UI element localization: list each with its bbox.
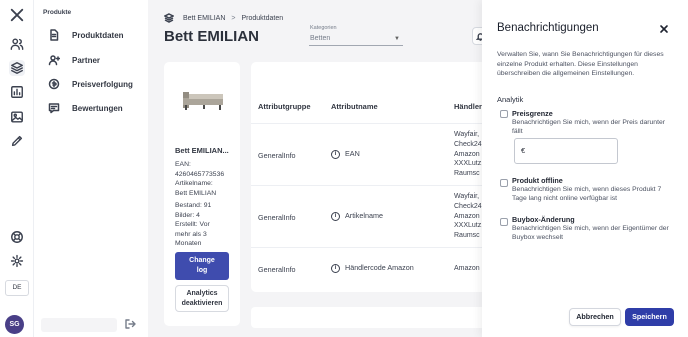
option-title: Produkt offline: [512, 176, 563, 185]
save-button[interactable]: Speichern: [625, 308, 674, 326]
option-description: Benachrichtigen Sie mich, wenn dieses Pr…: [512, 186, 662, 203]
option-title: Preisgrenze: [512, 109, 553, 118]
product-offline-checkbox[interactable]: [500, 179, 508, 187]
drawer-title: Benachrichtigungen: [497, 22, 599, 34]
price-limit-input[interactable]: €: [514, 138, 618, 164]
drawer-description: Verwalten Sie, wann Sie Benachrichtigung…: [497, 51, 664, 78]
drawer-footer: Abbrechen Speichern: [482, 300, 688, 337]
price-limit-checkbox[interactable]: [500, 110, 508, 118]
option-title: Buybox-Änderung: [512, 215, 575, 224]
option-description: Benachrichtigen Sie mich, wenn der Eigen…: [512, 225, 669, 242]
cancel-button[interactable]: Abbrechen: [569, 308, 621, 326]
buybox-change-checkbox[interactable]: [500, 218, 508, 226]
option-description: Benachrichtigen Sie mich, wenn der Preis…: [512, 119, 666, 136]
notifications-drawer: Benachrichtigungen Verwalten Sie, wann S…: [482, 0, 688, 337]
section-title: Analytik: [497, 95, 524, 104]
modal-backdrop[interactable]: [0, 0, 482, 337]
close-icon[interactable]: [659, 24, 671, 36]
